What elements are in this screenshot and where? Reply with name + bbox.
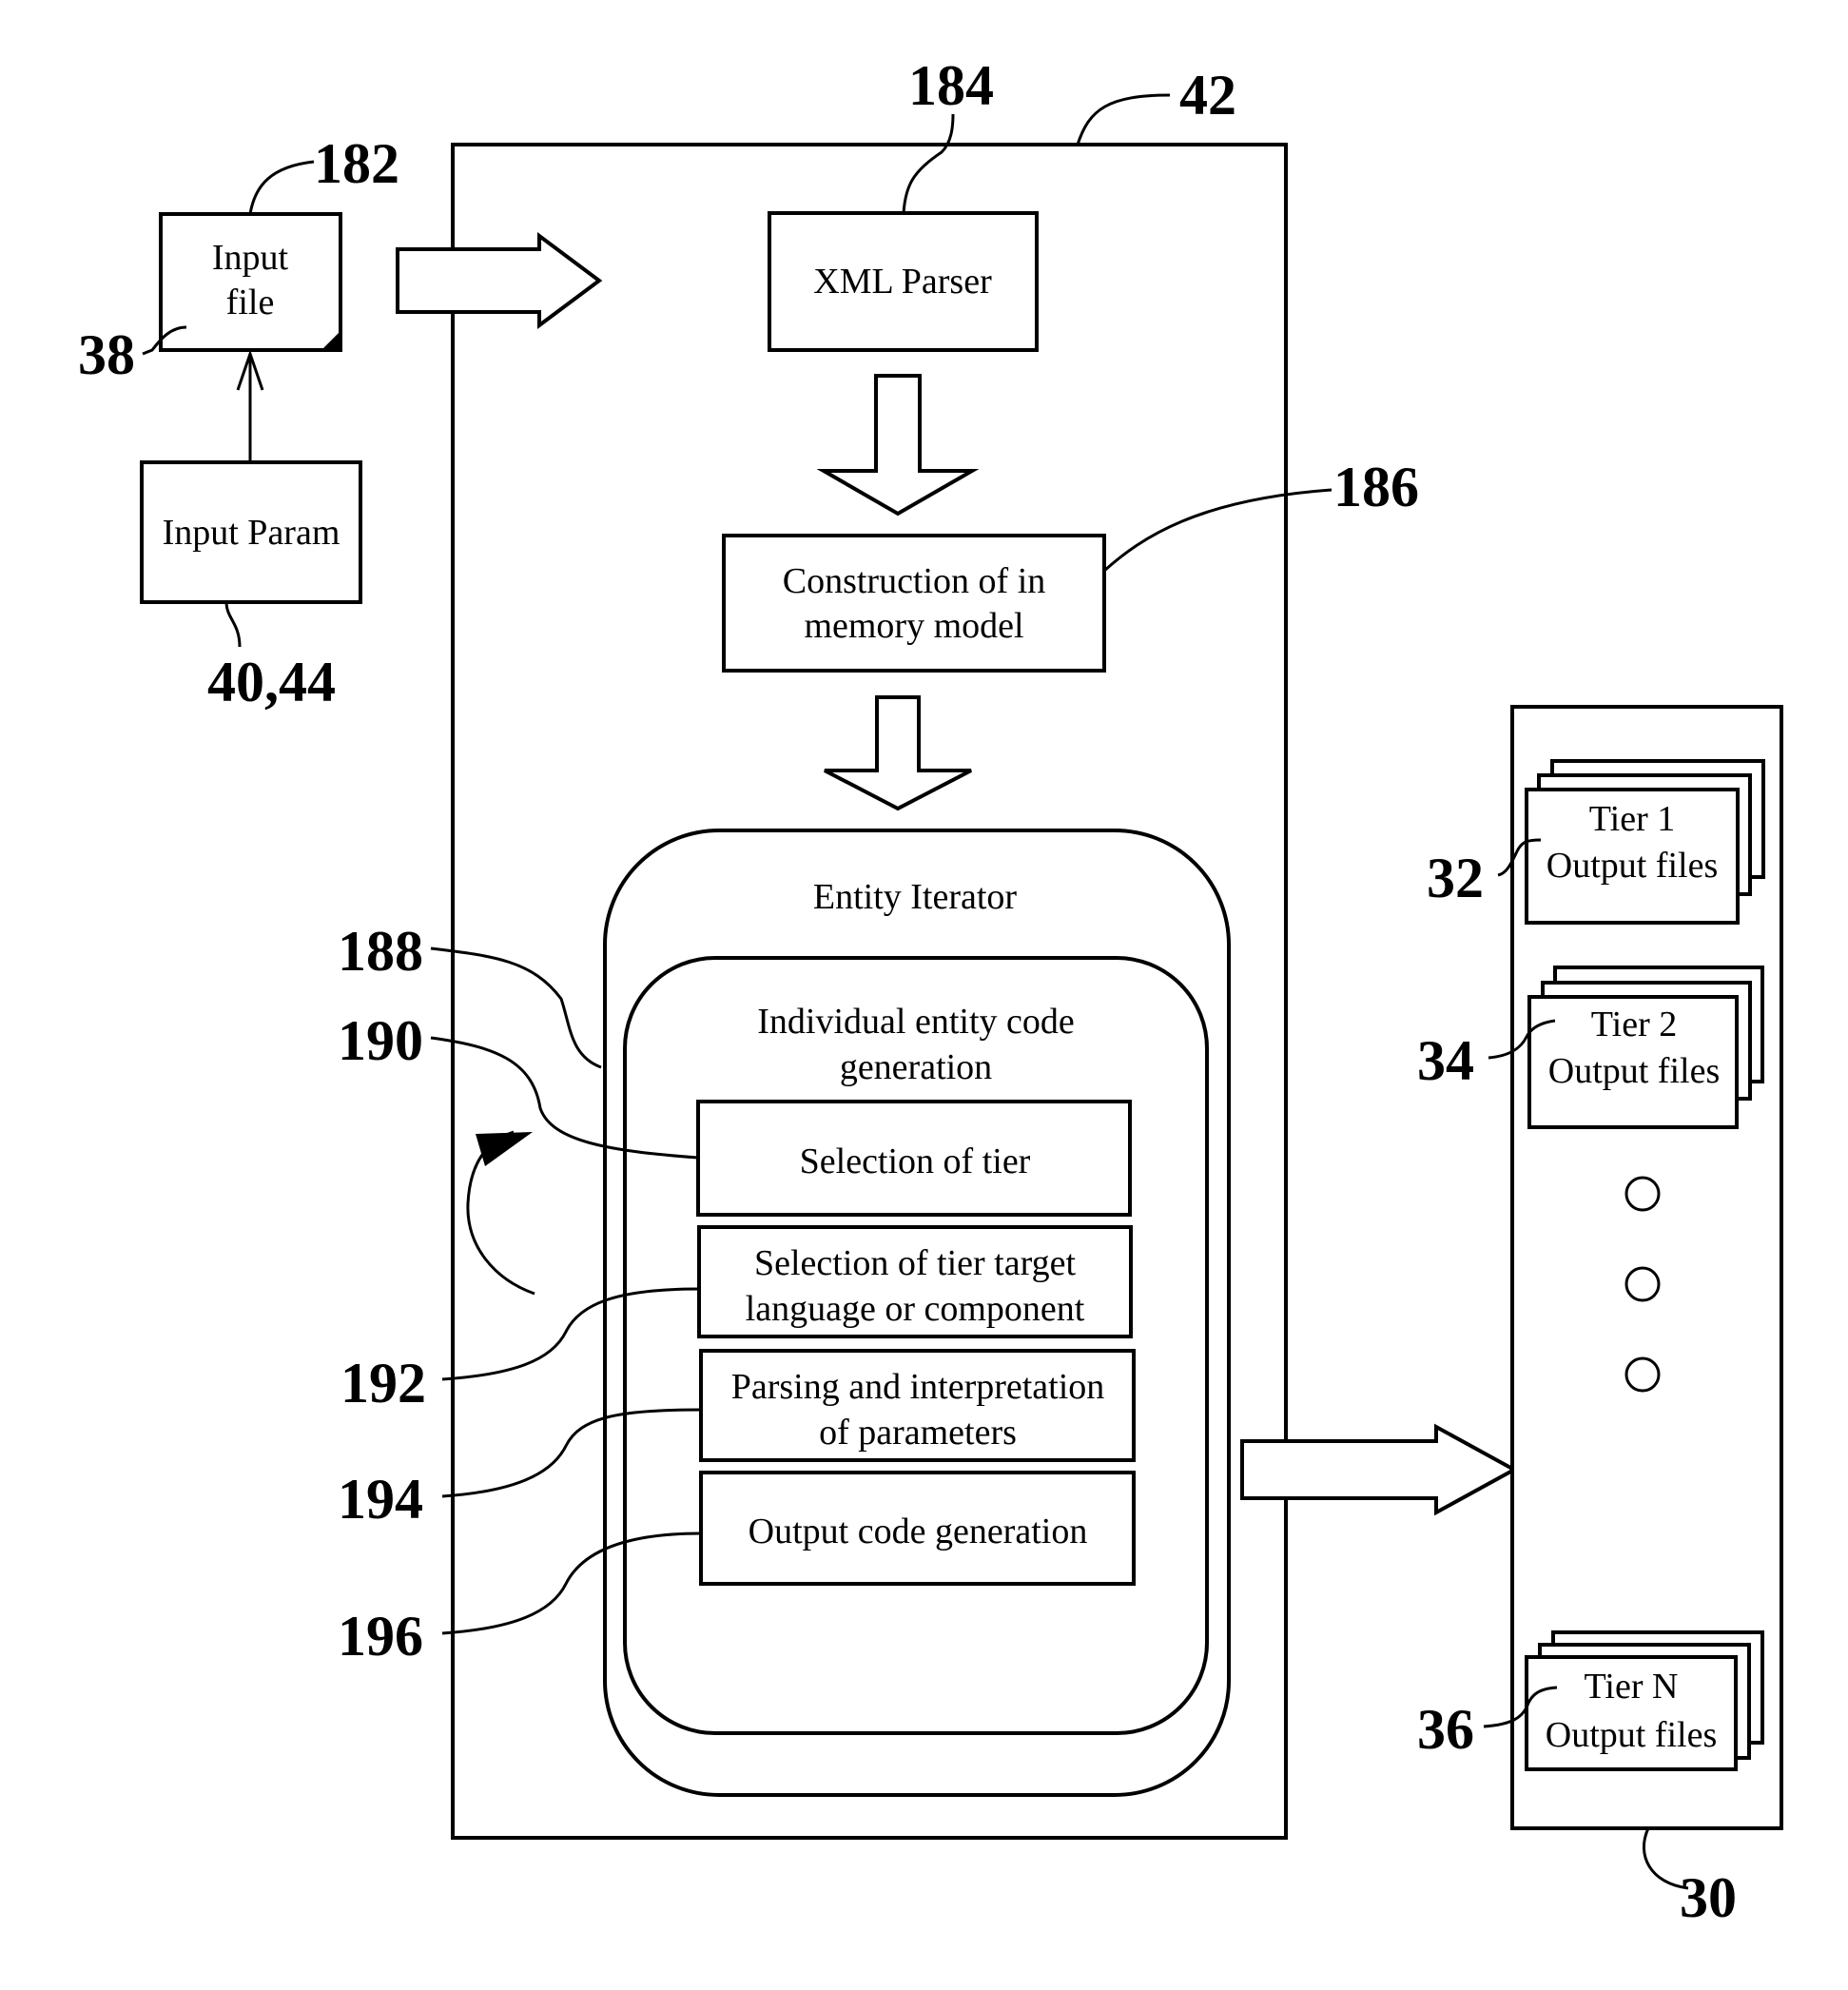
tier-1-output-stack: Tier 1 Output files [1525, 759, 1765, 925]
tier-1-label-2: Output files [1546, 846, 1718, 886]
flow-arrow-to-outputs [1240, 1423, 1519, 1516]
leader-182 [248, 160, 315, 215]
ref-42: 42 [1179, 64, 1236, 127]
entity-iterator-label: Entity Iterator [813, 877, 1018, 917]
ref-32: 32 [1427, 847, 1484, 909]
ref-186: 186 [1333, 456, 1419, 518]
ref-34: 34 [1417, 1029, 1474, 1092]
step-3-label-1: Parsing and interpretation [731, 1367, 1105, 1407]
patent-diagram: 42 Input file 182 38 Input Param 40,44 X… [78, 54, 1783, 1929]
step-2-label-2: language or component [746, 1289, 1085, 1329]
tier-n-label-2: Output files [1546, 1715, 1717, 1755]
ref-36: 36 [1417, 1698, 1474, 1761]
memory-model-box [722, 534, 1106, 673]
ref-30: 30 [1680, 1866, 1737, 1929]
leader-42 [1076, 93, 1171, 146]
xml-parser-label: XML Parser [813, 262, 992, 302]
tier-n-label-1: Tier N [1585, 1667, 1679, 1707]
ref-192: 192 [340, 1352, 426, 1414]
tier-2-label-2: Output files [1548, 1051, 1720, 1091]
tier-2-output-stack: Tier 2 Output files [1527, 966, 1764, 1129]
ref-184: 184 [908, 54, 994, 117]
tier-n-output-stack: Tier N Output files [1525, 1630, 1764, 1771]
tier-1-label-1: Tier 1 [1589, 799, 1675, 839]
ref-40-44: 40,44 [207, 651, 336, 713]
ref-190: 190 [338, 1009, 423, 1072]
ref-196: 196 [338, 1605, 423, 1668]
input-file-label-2: file [226, 283, 275, 322]
memory-model-label-2: memory model [804, 606, 1023, 646]
step-4-label: Output code generation [749, 1512, 1088, 1551]
ref-182: 182 [314, 132, 399, 195]
step-3-label-2: of parameters [819, 1413, 1017, 1453]
ref-194: 194 [338, 1468, 423, 1531]
tier-2-label-1: Tier 2 [1591, 1005, 1677, 1044]
input-file-node: Input file [159, 212, 342, 352]
entity-codegen-label-1: Individual entity code [757, 1002, 1074, 1042]
step-1-label: Selection of tier [800, 1141, 1031, 1181]
ref-188: 188 [338, 920, 423, 983]
memory-model-label-1: Construction of in [783, 561, 1046, 601]
entity-codegen-label-2: generation [840, 1047, 992, 1087]
input-file-label-1: Input [212, 238, 289, 278]
input-param-label: Input Param [163, 513, 340, 553]
step-2-label-1: Selection of tier target [754, 1243, 1076, 1283]
ref-38: 38 [78, 323, 135, 386]
leader-40-44 [224, 601, 242, 648]
